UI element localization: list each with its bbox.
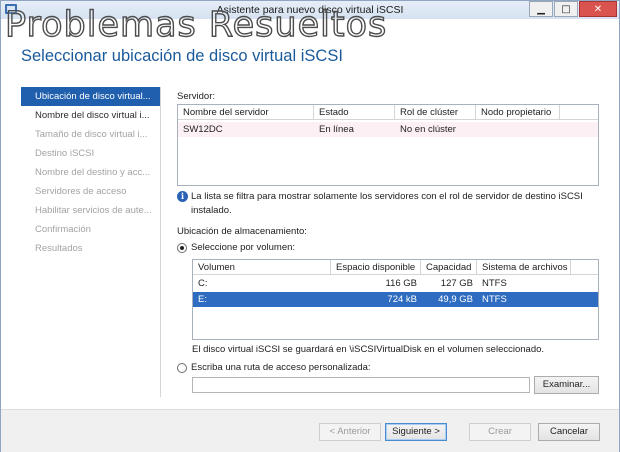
cell-status: En línea: [319, 124, 354, 135]
browse-button[interactable]: Examinar...: [534, 376, 599, 394]
minimize-button[interactable]: ▁: [529, 1, 553, 17]
nav-step-servidores: Servidores de acceso: [35, 186, 127, 197]
window-controls: ▁ □ ✕: [528, 1, 617, 17]
close-button[interactable]: ✕: [579, 1, 617, 17]
cell-file-system: NTFS: [482, 294, 507, 305]
column-header-free-space[interactable]: Espacio disponible: [331, 260, 421, 275]
next-button[interactable]: Siguiente >: [385, 423, 447, 441]
cell-cluster-role: No en clúster: [400, 124, 456, 135]
cell-capacity: 127 GB: [440, 278, 473, 289]
custom-path-input[interactable]: [192, 377, 530, 393]
volume-grid[interactable]: Volumen Espacio disponible Capacidad Sis…: [192, 259, 599, 340]
cell-capacity: 49,9 GB: [438, 294, 473, 305]
cell-owner-node: [476, 122, 560, 137]
previous-button[interactable]: < Anterior: [319, 423, 381, 441]
cell-volume: E:: [198, 294, 207, 305]
cell-file-system: NTFS: [482, 278, 507, 289]
table-row[interactable]: SW12DC En línea No en clúster: [178, 122, 598, 137]
cell-free-space: 724 kB: [387, 294, 417, 305]
nav-step-ubicacion[interactable]: Ubicación de disco virtual...: [21, 87, 160, 106]
server-grid[interactable]: Nombre del servidor Estado Rol de clúste…: [177, 104, 599, 186]
title-bar[interactable]: Asistente para nuevo disco virtual iSCSI…: [1, 1, 619, 19]
server-grid-header: Nombre del servidor Estado Rol de clúste…: [178, 105, 598, 120]
info-text-line1: La lista se filtra para mostrar solament…: [191, 191, 583, 202]
cell-free-space: 116 GB: [385, 278, 417, 289]
column-header-capacity[interactable]: Capacidad: [421, 260, 477, 275]
cancel-button[interactable]: Cancelar: [538, 423, 600, 441]
column-header-server-name[interactable]: Nombre del servidor: [178, 105, 314, 120]
window-title: Asistente para nuevo disco virtual iSCSI: [216, 4, 404, 16]
maximize-icon: □: [561, 3, 571, 15]
page-title: Seleccionar ubicación de disco virtual i…: [21, 47, 343, 65]
nav-step-confirmacion: Confirmación: [35, 224, 91, 235]
close-icon: ✕: [593, 3, 603, 15]
wizard-footer: < Anterior Siguiente > Crear Cancelar: [1, 409, 619, 452]
table-row-selected[interactable]: E: 724 kB 49,9 GB NTFS: [193, 292, 598, 307]
volume-grid-header: Volumen Espacio disponible Capacidad Sis…: [193, 260, 598, 275]
info-icon: i: [177, 191, 188, 202]
nav-step-nombre[interactable]: Nombre del disco virtual i...: [21, 106, 160, 125]
nav-step-resultados: Resultados: [35, 243, 83, 254]
column-header-file-system[interactable]: Sistema de archivos: [477, 260, 571, 275]
cell-volume: C:: [198, 278, 208, 289]
save-location-note: El disco virtual iSCSI se guardará en \i…: [192, 344, 545, 355]
table-row[interactable]: C: 116 GB 127 GB NTFS: [193, 276, 598, 291]
server-label: Servidor:: [177, 91, 216, 102]
nav-step-autenticacion: Habilitar servicios de aute...: [35, 205, 152, 216]
nav-step-destino: Destino iSCSI: [35, 148, 95, 159]
select-by-volume-label[interactable]: Seleccione por volumen:: [191, 242, 295, 253]
column-header-owner-node[interactable]: Nodo propietario: [476, 105, 560, 120]
column-header-cluster-role[interactable]: Rol de clúster: [395, 105, 476, 120]
create-button[interactable]: Crear: [469, 423, 531, 441]
column-header-status[interactable]: Estado: [314, 105, 395, 120]
cell-server-name: SW12DC: [183, 124, 223, 135]
nav-step-nombre-destino: Nombre del destino y acc...: [35, 167, 151, 178]
minimize-icon: ▁: [537, 3, 545, 15]
storage-location-label: Ubicación de almacenamiento:: [177, 226, 307, 237]
column-header-volume[interactable]: Volumen: [193, 260, 331, 275]
custom-path-radio[interactable]: [177, 363, 187, 373]
info-text-line2: instalado.: [191, 205, 232, 216]
wizard-window: Asistente para nuevo disco virtual iSCSI…: [0, 0, 620, 452]
custom-path-label[interactable]: Escriba una ruta de acceso personalizada…: [191, 362, 371, 373]
select-by-volume-radio[interactable]: [177, 243, 187, 253]
wizard-steps-nav: Ubicación de disco virtual... Nombre del…: [21, 87, 161, 397]
maximize-button[interactable]: □: [554, 1, 578, 17]
nav-step-tamano: Tamaño de disco virtual i...: [35, 129, 148, 140]
